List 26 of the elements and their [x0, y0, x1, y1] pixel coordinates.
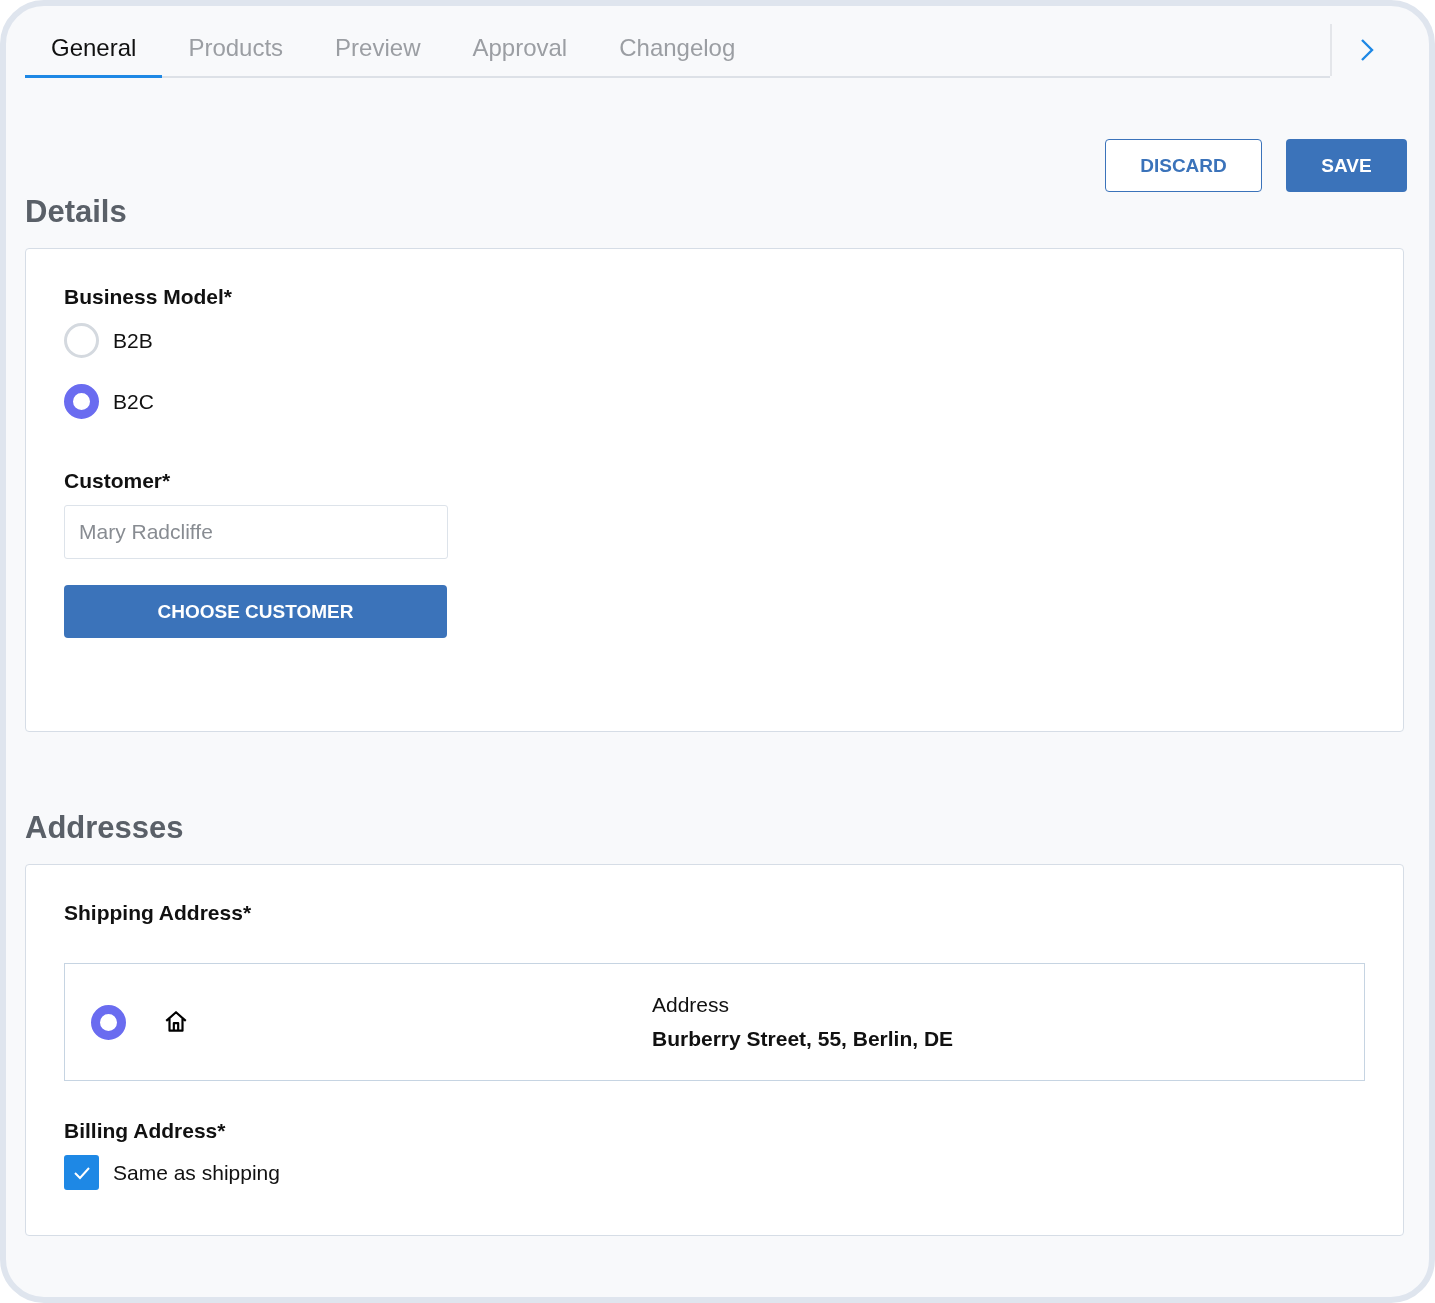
customer-field[interactable]: Mary Radcliffe: [64, 505, 448, 559]
field-label: Shipping Address*: [64, 901, 253, 925]
address-heading: Address: [652, 993, 731, 1017]
field-label: Customer*: [64, 469, 172, 493]
tab[interactable]: Preview: [309, 20, 447, 78]
radio-button[interactable]: [64, 384, 99, 419]
tab[interactable]: Products: [162, 20, 310, 78]
address-value: Burberry Street, 55, Berlin, DE: [652, 1027, 954, 1051]
checkbox-label: Same as shipping: [113, 1160, 280, 1185]
discard-button[interactable]: DISCARD: [1105, 139, 1262, 192]
section-title: Details: [25, 194, 128, 231]
radio-button[interactable]: [91, 1004, 126, 1040]
tab[interactable]: Approval: [446, 20, 594, 78]
save-button[interactable]: SAVE: [1286, 139, 1407, 192]
home-icon: [163, 1009, 189, 1035]
chevron-right-icon[interactable]: [1360, 38, 1374, 62]
section-title: Addresses: [25, 810, 185, 847]
field-label: Business Model*: [64, 285, 234, 309]
tab[interactable]: General: [25, 20, 163, 78]
tab[interactable]: Changelog: [593, 20, 762, 78]
address-option[interactable]: Address Burberry Street, 55, Berlin, DE: [64, 963, 1365, 1081]
field-label: Billing Address*: [64, 1119, 227, 1143]
radio-label: B2C: [113, 389, 154, 414]
radio-label: B2B: [113, 328, 153, 353]
choose-customer-button[interactable]: CHOOSE CUSTOMER: [64, 585, 447, 638]
checkbox[interactable]: [64, 1155, 99, 1190]
